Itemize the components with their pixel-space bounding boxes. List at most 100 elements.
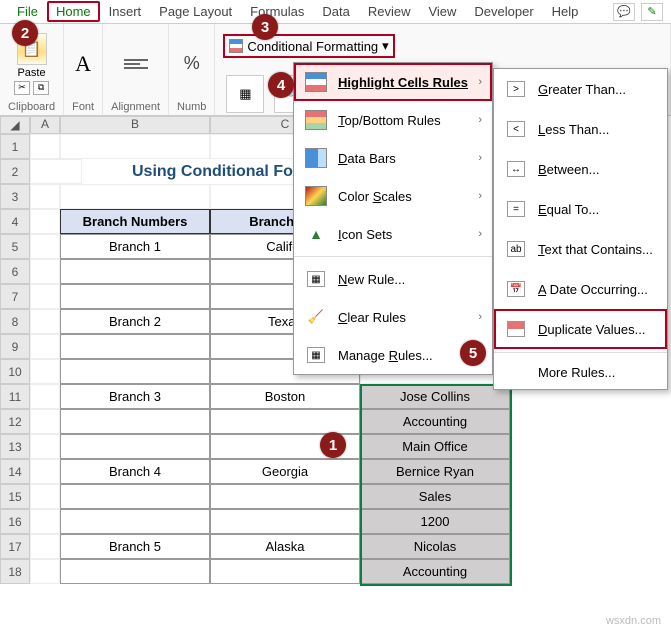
col-header-b[interactable]: B [60,116,210,134]
chevron-right-icon: › [478,228,482,240]
comments-icon[interactable]: 💬 [613,3,635,21]
cell[interactable] [210,409,360,434]
menu-highlight-cells-rules[interactable]: Highlight Cells Rules › [294,63,492,101]
row-header[interactable]: 5 [0,234,30,259]
row-header[interactable]: 17 [0,534,30,559]
cell[interactable]: Branch 2 [60,309,210,334]
tab-data[interactable]: Data [313,1,358,22]
menu-new-rule[interactable]: ▦ New Rule... [294,260,492,298]
cell[interactable] [60,409,210,434]
menu-date-occurring[interactable]: 📅 A Date Occurring... [494,269,667,309]
tab-developer[interactable]: Developer [465,1,542,22]
tab-help[interactable]: Help [543,1,588,22]
row-header[interactable]: 10 [0,359,30,384]
tab-formulas[interactable]: Formulas [241,1,313,22]
tab-insert[interactable]: Insert [100,1,151,22]
menu-icon-sets[interactable]: ▲ Icon Sets› [294,215,492,253]
menu-text-contains[interactable]: ab Text that Contains... [494,229,667,269]
row-header[interactable]: 1 [0,134,30,159]
align-icon[interactable] [124,59,148,69]
row-header[interactable]: 6 [0,259,30,284]
group-alignment: Alignment [103,24,169,115]
cell[interactable] [60,484,210,509]
cell[interactable] [60,259,210,284]
cell-selected[interactable]: Jose Collins [360,384,510,409]
menu-more-rules[interactable]: More Rules... [494,356,667,389]
cell[interactable] [60,434,210,459]
cell[interactable] [60,559,210,584]
highlight-cells-submenu: > Greater Than... < Less Than... ↔ Betwe… [493,68,668,390]
share-icon[interactable]: ✎ [641,3,663,21]
cell[interactable]: Alaska [210,534,360,559]
menu-clear-rules[interactable]: 🧹 Clear Rules› [294,298,492,336]
tab-home[interactable]: Home [47,1,100,22]
row-header[interactable]: 14 [0,459,30,484]
cell-selected[interactable]: Sales [360,484,510,509]
menu-color-scales[interactable]: Color Scales› [294,177,492,215]
alignment-group-label: Alignment [111,99,160,113]
cell-selected[interactable]: 1200 [360,509,510,534]
row-header[interactable]: 13 [0,434,30,459]
cell[interactable]: Boston [210,384,360,409]
menu-between[interactable]: ↔ Between... [494,149,667,189]
row-header[interactable]: 12 [0,409,30,434]
select-all-corner[interactable]: ◢ [0,116,30,134]
row-header[interactable]: 7 [0,284,30,309]
callout-5: 5 [460,340,486,366]
row-header[interactable]: 16 [0,509,30,534]
equal-to-icon: = [507,201,525,217]
cut-icon[interactable]: ✂ [14,81,30,95]
cell-selected[interactable]: Nicolas [360,534,510,559]
row-header[interactable]: 3 [0,184,30,209]
menu-data-bars[interactable]: Data Bars› [294,139,492,177]
cell[interactable] [210,484,360,509]
row-header[interactable]: 18 [0,559,30,584]
chevron-right-icon: › [478,152,482,164]
duplicate-values-icon [507,321,525,337]
row-header[interactable]: 2 [0,159,30,184]
copy-icon[interactable]: ⧉ [33,81,49,95]
cell[interactable]: Branch 1 [60,234,210,259]
row-header[interactable]: 8 [0,309,30,334]
cell[interactable]: Georgia [210,459,360,484]
percent-icon[interactable]: % [184,53,200,74]
col-header-a[interactable]: A [30,116,60,134]
menu-duplicate-values[interactable]: Duplicate Values... [494,309,667,349]
format-table-button[interactable]: ▦ [226,75,264,113]
font-icon[interactable]: A [75,51,91,77]
cell[interactable] [60,509,210,534]
cell[interactable] [60,359,210,384]
cell[interactable] [210,559,360,584]
menu-top-bottom-rules[interactable]: Top/Bottom Rules › [294,101,492,139]
row-header[interactable]: 15 [0,484,30,509]
callout-3: 3 [252,14,278,40]
conditional-formatting-label: Conditional Formatting [247,39,378,54]
date-icon: 📅 [507,281,525,297]
cell-selected[interactable]: Main Office [360,434,510,459]
cell[interactable] [60,284,210,309]
row-header[interactable]: 11 [0,384,30,409]
header-branch-numbers[interactable]: Branch Numbers [60,209,210,234]
cell-selected[interactable]: Accounting [360,559,510,584]
group-number: % Numb [169,24,215,115]
row-header[interactable]: 9 [0,334,30,359]
clear-rules-icon: 🧹 [304,306,328,328]
cell[interactable] [60,334,210,359]
font-group-label: Font [72,99,94,113]
tab-page-layout[interactable]: Page Layout [150,1,241,22]
cell[interactable]: Branch 5 [60,534,210,559]
tab-file[interactable]: File [8,1,47,22]
conditional-formatting-button[interactable]: Conditional Formatting ▾ [223,34,394,58]
new-rule-icon: ▦ [307,271,325,287]
tab-review[interactable]: Review [359,1,420,22]
tab-view[interactable]: View [419,1,465,22]
menu-greater-than[interactable]: > Greater Than... [494,69,667,109]
cell-selected[interactable]: Bernice Ryan [360,459,510,484]
cell-selected[interactable]: Accounting [360,409,510,434]
cell[interactable] [210,509,360,534]
cell[interactable]: Branch 4 [60,459,210,484]
menu-less-than[interactable]: < Less Than... [494,109,667,149]
row-header[interactable]: 4 [0,209,30,234]
menu-equal-to[interactable]: = Equal To... [494,189,667,229]
cell[interactable]: Branch 3 [60,384,210,409]
